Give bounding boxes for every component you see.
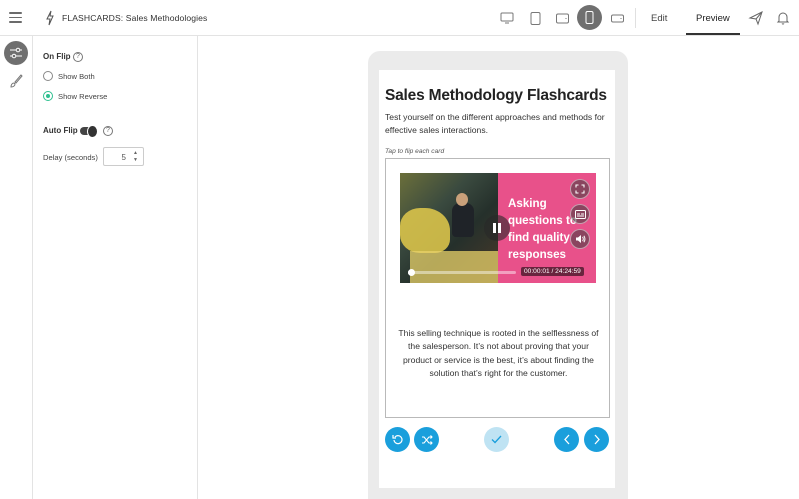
delay-label: Delay (seconds): [43, 153, 98, 162]
settings-tool-button[interactable]: [4, 41, 28, 65]
show-reverse-radio[interactable]: [43, 91, 53, 101]
settings-panel: On Flip ? Show Both Show Reverse Auto Fl…: [33, 36, 198, 499]
lightning-icon: [46, 10, 54, 26]
style-tool-button[interactable]: [4, 69, 28, 93]
flashcards-description: Test yourself on the different approache…: [385, 112, 605, 135]
pause-button[interactable]: [484, 215, 510, 241]
desktop-view-button[interactable]: [496, 7, 518, 29]
previous-card-button[interactable]: [554, 427, 579, 452]
show-both-label[interactable]: Show Both: [58, 72, 95, 81]
fullscreen-icon: [575, 184, 585, 194]
phone-screen: Sales Methodology Flashcards Test yourse…: [379, 70, 615, 488]
stepper-arrows[interactable]: ▲ ▼: [131, 150, 140, 164]
auto-flip-toggle[interactable]: [80, 125, 98, 138]
on-flip-label: On Flip: [43, 52, 71, 61]
video-player[interactable]: Asking questions to find quality respons…: [400, 173, 596, 283]
video-timecode: 00:00:01 / 24:24:59: [521, 267, 584, 276]
volume-icon: [575, 235, 585, 243]
preview-area: Sales Methodology Flashcards Test yourse…: [198, 36, 799, 499]
auto-flip-label: Auto Flip: [43, 126, 78, 135]
help-icon[interactable]: ?: [73, 52, 83, 62]
video-progress-bar[interactable]: [408, 269, 516, 276]
delay-stepper[interactable]: 5 ▲ ▼: [103, 147, 144, 166]
volume-button[interactable]: [570, 229, 590, 249]
pause-icon: [493, 223, 501, 233]
phone-view-button[interactable]: [577, 5, 602, 30]
shuffle-button[interactable]: [414, 427, 439, 452]
card-back-text: This selling technique is rooted in the …: [398, 328, 599, 379]
phone-icon: [585, 11, 594, 24]
help-icon[interactable]: ?: [103, 126, 113, 136]
sliders-icon: [10, 47, 22, 59]
check-icon: [491, 435, 502, 444]
brush-icon: [10, 74, 23, 88]
tablet-landscape-view-button[interactable]: [551, 7, 573, 29]
tablet-landscape-icon: [555, 13, 569, 23]
reset-button[interactable]: [385, 427, 410, 452]
menu-icon[interactable]: [9, 12, 22, 23]
flashcard[interactable]: Asking questions to find quality respons…: [385, 158, 610, 418]
left-rail: [0, 36, 33, 499]
page-title: FLASHCARDS: Sales Methodologies: [62, 13, 208, 23]
mark-known-button[interactable]: [484, 427, 509, 452]
tab-preview[interactable]: Preview: [696, 13, 730, 24]
delay-value[interactable]: 5: [122, 153, 126, 162]
chevron-right-icon: [594, 434, 600, 445]
captions-icon: [574, 209, 586, 219]
undo-icon: [392, 435, 403, 445]
phone-frame: Sales Methodology Flashcards Test yourse…: [368, 51, 628, 499]
top-bar: FLASHCARDS: Sales Methodologies Edit Pre…: [0, 0, 799, 36]
show-both-radio[interactable]: [43, 71, 53, 81]
next-card-button[interactable]: [584, 427, 609, 452]
flashcards-title: Sales Methodology Flashcards: [385, 87, 607, 104]
fullscreen-button[interactable]: [570, 179, 590, 199]
chevron-left-icon: [563, 434, 569, 445]
tablet-view-button[interactable]: [524, 7, 546, 29]
send-icon[interactable]: [748, 10, 764, 26]
phone-landscape-view-button[interactable]: [606, 7, 628, 29]
phone-landscape-icon: [610, 14, 624, 22]
desktop-icon: [500, 12, 514, 24]
active-tab-indicator: [686, 33, 740, 35]
show-reverse-label[interactable]: Show Reverse: [58, 92, 107, 101]
flip-hint: Tap to flip each card: [385, 148, 445, 155]
tab-edit[interactable]: Edit: [651, 13, 667, 24]
captions-button[interactable]: [570, 204, 590, 224]
divider: [635, 8, 636, 28]
tablet-icon: [530, 11, 540, 25]
bell-icon[interactable]: [775, 10, 791, 26]
shuffle-icon: [421, 434, 433, 445]
